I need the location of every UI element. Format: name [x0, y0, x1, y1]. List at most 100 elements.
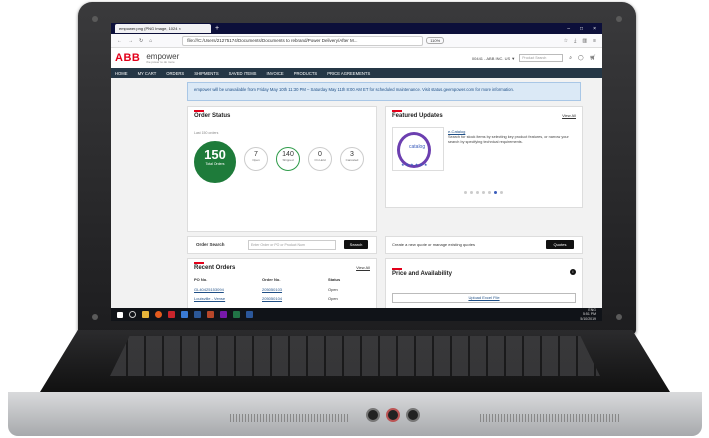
speaker-grill — [480, 414, 620, 422]
carousel-dots — [464, 191, 503, 194]
new-tab-button[interactable]: + — [215, 25, 219, 32]
onenote-icon[interactable] — [220, 311, 227, 318]
account-selector[interactable]: 00441 - ABB INC. US ▼ — [472, 56, 515, 61]
library-icon[interactable]: ▥ — [582, 38, 587, 44]
dashboard: empower will be unavailable from Friday … — [111, 78, 602, 320]
po-number-link[interactable]: GL40425153094 — [194, 287, 262, 292]
nav-saved-items[interactable]: SAVED ITEMS — [229, 71, 257, 76]
nav-my-cart[interactable]: MY CART — [138, 71, 157, 76]
nav-home[interactable]: HOME — [115, 71, 128, 76]
cart-icon[interactable]: 🛒︎ — [590, 55, 596, 61]
nav-invoice[interactable]: INVOICE — [266, 71, 283, 76]
cortana-icon[interactable] — [129, 311, 136, 318]
order-status: Open — [328, 287, 338, 292]
stat-value: 0 — [318, 151, 322, 158]
card-title: Featured Updates — [392, 110, 443, 119]
order-search-label: Order Search — [196, 242, 225, 247]
stat-value: 3 — [350, 151, 354, 158]
user-icon[interactable]: ◯ — [578, 55, 584, 61]
windows-taskbar: ENG 5:51 PM 5/10/2019 — [111, 308, 602, 321]
stat-label: Shipped — [282, 158, 294, 162]
word-icon[interactable] — [246, 311, 253, 318]
column-header: PO No. — [194, 277, 208, 282]
order-search-button[interactable]: Search — [344, 240, 368, 249]
featured-view-all-link[interactable]: View All — [562, 113, 576, 118]
nav-price-agreements[interactable]: PRICE AGREEMENTS — [327, 71, 370, 76]
audio-port-icon — [386, 408, 400, 422]
open-orders-badge[interactable]: 7 Open — [244, 147, 268, 171]
carousel-dot[interactable] — [470, 191, 473, 194]
stat-label: Canceled — [345, 158, 359, 162]
nav-orders[interactable]: ORDERS — [166, 71, 184, 76]
maintenance-banner: empower will be unavailable from Friday … — [187, 82, 581, 101]
acrobat-icon[interactable] — [168, 311, 175, 318]
canceled-orders-badge[interactable]: 3 Canceled — [340, 147, 364, 171]
e-catalog-description: Search for stock items by selecting key … — [448, 135, 569, 144]
nav-shipments[interactable]: SHIPMENTS — [194, 71, 218, 76]
maximize-button[interactable]: □ — [580, 26, 583, 32]
order-status: Open — [328, 296, 338, 301]
po-number-link[interactable]: Louisville - Vense — [194, 296, 262, 301]
quotes-button[interactable]: Quotes — [546, 240, 574, 249]
column-header: Status — [328, 277, 341, 282]
carousel-dot[interactable] — [482, 191, 485, 194]
powerpoint-icon[interactable] — [207, 311, 214, 318]
order-number-link[interactable]: 205050104 — [262, 296, 328, 301]
carousel-dot[interactable] — [488, 191, 491, 194]
card-title: Price and Availability — [392, 268, 452, 277]
quotes-card: Create a new quote or manage existing qu… — [385, 236, 583, 254]
total-orders-badge[interactable]: 150 Total Orders — [194, 141, 236, 183]
minimize-button[interactable]: – — [567, 26, 570, 32]
download-icon[interactable]: ⤓ — [574, 38, 576, 44]
abb-logo[interactable]: ABB — [115, 52, 140, 64]
address-bar[interactable]: file:///C:/Users/21275174/Documents/Docu… — [182, 35, 424, 46]
firefox-icon[interactable] — [155, 311, 162, 318]
back-arrow-icon[interactable]: ← — [117, 38, 122, 44]
outlook-icon[interactable] — [194, 311, 201, 318]
stat-value: 7 — [254, 151, 258, 158]
browser-tab[interactable]: empower.png (PNG Image, 1024 × — [115, 24, 211, 33]
clock-date[interactable]: 5/10/2019 — [580, 317, 596, 321]
order-status-subtitle: Last 150 orders — [194, 131, 219, 135]
browser-tabbar: empower.png (PNG Image, 1024 × + – □ × — [111, 23, 602, 34]
e-catalog-logo[interactable]: catalog ★★★★★★ — [392, 127, 444, 171]
bookmark-icon[interactable]: ☆ — [564, 38, 568, 44]
e-catalog-link[interactable]: e-Catalog — [448, 129, 465, 134]
window-controls: – □ × — [567, 26, 596, 32]
file-explorer-icon[interactable] — [142, 311, 149, 318]
zoom-level[interactable]: 110% — [426, 37, 445, 44]
windows-start-icon[interactable] — [117, 311, 123, 318]
laptop-screen: empower.png (PNG Image, 1024 × + – □ × ←… — [111, 23, 602, 321]
carousel-dot-active[interactable] — [494, 191, 497, 194]
total-orders-value: 150 — [204, 147, 226, 162]
bezel-screw-icon — [92, 16, 98, 22]
excel-icon[interactable] — [233, 311, 240, 318]
reload-icon[interactable]: ↻ — [139, 38, 143, 44]
home-icon[interactable]: ⌂ — [149, 38, 152, 44]
shipped-orders-badge[interactable]: 140 Shipped — [276, 147, 300, 171]
column-header: Order No. — [262, 277, 281, 282]
on-hold-orders-badge[interactable]: 0 On Hold — [308, 147, 332, 171]
stars-icon: ★★★★★★ — [401, 162, 429, 167]
table-header: PO No. Order No. Status — [194, 277, 368, 282]
carousel-dot[interactable] — [500, 191, 503, 194]
recent-orders-view-all-link[interactable]: View All — [356, 265, 370, 270]
featured-updates-card: Featured Updates View All catalog ★★★★★★… — [385, 106, 583, 208]
menu-icon[interactable]: ≡ — [593, 38, 596, 44]
close-button[interactable]: × — [593, 26, 596, 32]
search-icon[interactable]: ⌕ — [569, 55, 572, 61]
forward-arrow-icon[interactable]: → — [128, 38, 133, 44]
total-orders-label: Total Orders — [205, 162, 225, 166]
carousel-dot[interactable] — [464, 191, 467, 194]
nav-products[interactable]: PRODUCTS — [294, 71, 318, 76]
product-search-input[interactable]: Product Search — [519, 54, 564, 62]
info-icon[interactable]: i — [570, 269, 576, 275]
upload-excel-button[interactable]: Upload Excel File — [392, 293, 576, 303]
order-search-card: Order Search Enter Order or PO or Produc… — [187, 236, 377, 254]
clock-time[interactable]: 5:51 PM — [580, 312, 596, 316]
app-icon[interactable] — [181, 311, 188, 318]
order-number-link[interactable]: 205050103 — [262, 287, 328, 292]
carousel-dot[interactable] — [476, 191, 479, 194]
order-search-input[interactable]: Enter Order or PO or Product Num — [248, 240, 336, 250]
audio-port-icon — [406, 408, 420, 422]
